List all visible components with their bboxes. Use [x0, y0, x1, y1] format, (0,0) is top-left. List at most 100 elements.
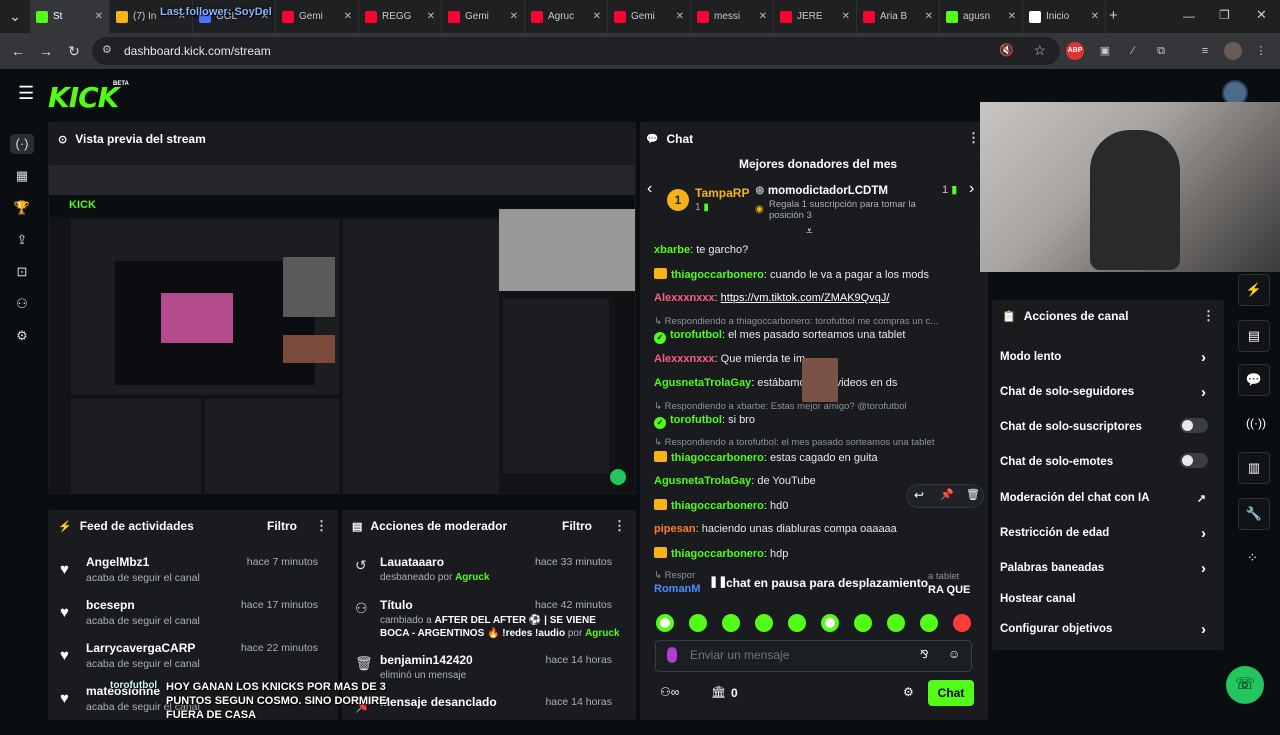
donors-next-icon[interactable]: › [969, 180, 974, 198]
chat-username[interactable]: thiagoccarbonero [671, 452, 764, 464]
emote-button[interactable] [656, 614, 674, 632]
emoji-icon[interactable]: ☺ [948, 647, 960, 661]
browser-tab[interactable]: JERE ✕ [774, 0, 857, 33]
mod-item-name[interactable]: Lauataaaro [380, 555, 444, 569]
browser-menu-icon[interactable]: ⋮ [1252, 42, 1270, 60]
chat-toggle-icon[interactable]: 💬 [1238, 364, 1270, 396]
mod-item-name[interactable]: Mensaje desanclado [380, 695, 497, 709]
site-info-icon[interactable]: ⚙ [102, 43, 112, 56]
notes-icon[interactable]: ▤ [1238, 320, 1270, 352]
chat-message-input[interactable] [690, 645, 890, 665]
chat-username[interactable]: xbarbe [654, 244, 690, 256]
mic-icon[interactable] [667, 647, 677, 663]
mod-item-name[interactable]: benjamin142420 [380, 653, 473, 667]
back-icon[interactable]: ← [4, 43, 32, 59]
dashboard-layout-icon[interactable]: ▥ [1238, 452, 1270, 484]
browser-tab[interactable]: St ✕ [30, 0, 110, 33]
feed-filter-button[interactable]: Filtro [267, 519, 297, 533]
analytics-icon[interactable]: ▦ [12, 166, 32, 186]
emote-button[interactable] [689, 614, 707, 632]
tab-search-icon[interactable]: ⌄ [0, 8, 30, 25]
points-icon[interactable]: 🏛 [711, 685, 726, 699]
media-icon[interactable]: ≡ [1196, 42, 1214, 60]
tab-close-icon[interactable]: ✕ [427, 11, 435, 22]
donors-prev-icon[interactable]: ‹ [647, 180, 652, 198]
channel-action-item[interactable]: Moderación del chat con IA ↗ [1000, 492, 1220, 505]
emote-button[interactable] [854, 614, 872, 632]
chat-username[interactable]: torofutbol [670, 329, 722, 341]
toggle-switch[interactable] [1180, 453, 1208, 468]
chat-username[interactable]: torofutbol [670, 414, 722, 426]
mod-more-icon[interactable]: ⋮ [613, 518, 626, 534]
tab-close-icon[interactable]: ✕ [344, 11, 352, 22]
settings-icon[interactable]: ⚙ [12, 326, 32, 346]
wrench-icon[interactable]: 🔧 [1238, 498, 1270, 530]
mod-filter-button[interactable]: Filtro [562, 519, 592, 533]
chat-username[interactable]: AgusnetaTrolaGay [654, 377, 751, 389]
donor-name[interactable]: TampaRP [695, 186, 749, 200]
chat-send-button[interactable]: Chat [928, 680, 974, 706]
chat-username[interactable]: thiagoccarbonero [671, 548, 764, 560]
collapse-icon[interactable]: ⩡ [806, 224, 813, 239]
emote-button[interactable] [788, 614, 806, 632]
browser-tab[interactable]: messi ✕ [691, 0, 774, 33]
restore-icon[interactable]: ❐ [1219, 8, 1230, 22]
users-infinity-icon[interactable]: ⚇∞ [660, 685, 679, 699]
trophy-icon[interactable]: 🏆 [12, 198, 32, 218]
tab-close-icon[interactable]: ✕ [95, 11, 103, 22]
channel-action-item[interactable]: Chat de solo-suscriptores [1000, 418, 1220, 433]
donor2-name[interactable]: ⊛ momodictadorLCDTM [755, 183, 888, 197]
browser-tab[interactable]: Agruc ✕ [525, 0, 608, 33]
chat-username[interactable]: Alexxxnxxx [654, 353, 715, 365]
hamburger-menu-icon[interactable]: ☰ [18, 83, 34, 104]
chat-username[interactable]: thiagoccarbonero [671, 269, 764, 281]
channel-action-item[interactable]: Chat de solo-seguidores › [1000, 384, 1220, 401]
tab-close-icon[interactable]: ✕ [759, 11, 767, 22]
emote-button[interactable] [920, 614, 938, 632]
stream-icon[interactable]: (·) [10, 134, 34, 154]
channel-action-item[interactable]: Modo lento › [1000, 349, 1220, 366]
reload-icon[interactable]: ↻ [60, 43, 88, 60]
broadcast-icon[interactable]: ((·)) [1246, 416, 1266, 430]
browser-tab[interactable]: Gemi ✕ [608, 0, 691, 33]
browser-tab[interactable]: Aria B ✕ [857, 0, 940, 33]
tab-close-icon[interactable]: ✕ [842, 11, 850, 22]
tab-close-icon[interactable]: ✕ [1091, 11, 1099, 22]
tab-close-icon[interactable]: ✕ [1008, 11, 1016, 22]
browser-tab[interactable]: Gemi ✕ [276, 0, 359, 33]
nodes-icon[interactable]: ⁘ [1247, 550, 1258, 566]
channel-action-item[interactable]: Configurar objetivos › [1000, 621, 1220, 638]
channel-more-icon[interactable]: ⋮ [1202, 308, 1215, 324]
extension-icon[interactable]: ⁄ [1124, 42, 1142, 60]
feed-item-name[interactable]: AngelMbz1 [86, 555, 149, 569]
channel-action-item[interactable]: Chat de solo-emotes [1000, 453, 1220, 468]
extensions-puzzle-icon[interactable]: ⧉ [1152, 42, 1170, 60]
chat-username[interactable]: thiagoccarbonero [671, 500, 764, 512]
channel-action-item[interactable]: Restricción de edad › [1000, 525, 1220, 542]
close-window-icon[interactable]: ✕ [1256, 7, 1267, 23]
stream-preview-video[interactable]: KICK [49, 165, 635, 493]
minimize-icon[interactable]: — [1183, 9, 1195, 23]
emote-button[interactable] [887, 614, 905, 632]
chat-link[interactable]: https://vm.tiktok.com/ZMAK9QvqJ/ [721, 292, 890, 304]
profile-avatar[interactable] [1224, 42, 1242, 60]
tab-close-icon[interactable]: ✕ [676, 11, 684, 22]
browser-tab[interactable]: Inicio ✕ [1023, 0, 1106, 33]
extension-icon[interactable]: ▣ [1096, 42, 1114, 60]
tab-close-icon[interactable]: ✕ [925, 11, 933, 22]
adblock-icon[interactable]: ABP [1066, 42, 1084, 60]
delete-message-icon[interactable]: 🗑 [966, 488, 980, 501]
browser-tab[interactable]: Gemi ✕ [442, 0, 525, 33]
feed-more-icon[interactable]: ⋮ [315, 518, 328, 534]
feed-item-name[interactable]: bcesepn [86, 598, 135, 612]
channel-action-item[interactable]: Hostear canal [1000, 593, 1220, 605]
reply-icon[interactable]: ↩ [914, 488, 924, 502]
new-tab-icon[interactable]: + [1109, 7, 1118, 24]
browser-tab[interactable]: agusn ✕ [940, 0, 1023, 33]
emote-button[interactable] [722, 614, 740, 632]
forward-icon[interactable]: → [32, 43, 60, 59]
upload-icon[interactable]: ⇪ [12, 230, 32, 250]
quick-actions-icon[interactable]: ⚡ [1238, 274, 1270, 306]
chat-more-icon[interactable]: ⋮ [967, 130, 980, 146]
toggle-switch[interactable] [1180, 418, 1208, 433]
